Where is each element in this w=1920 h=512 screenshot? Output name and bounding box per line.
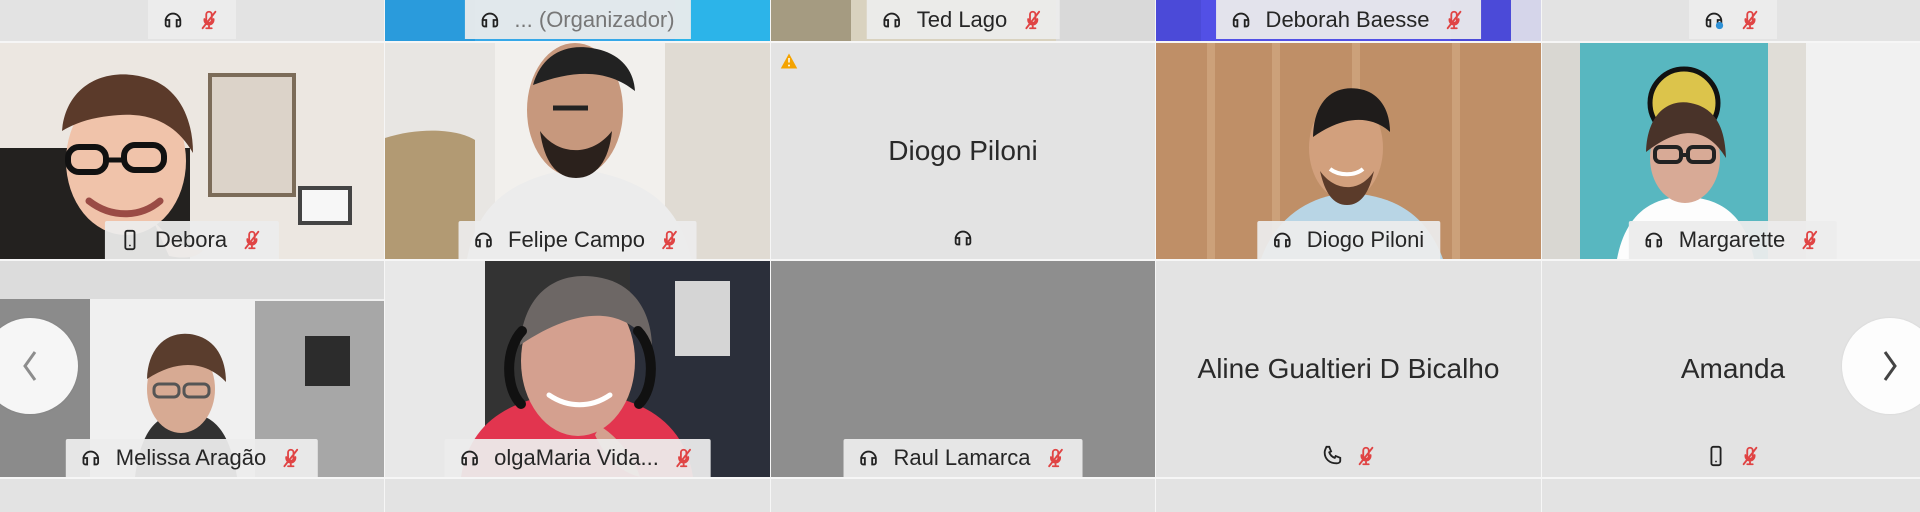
microphone-muted-icon — [1021, 9, 1043, 31]
olga-maria-name-label: olgaMaria Vida... — [444, 439, 711, 477]
headset-icon — [80, 447, 102, 469]
diogo-piloni-name-label: Diogo Piloni — [1256, 221, 1441, 259]
phone-call-icon — [1321, 445, 1343, 467]
participant-tile-felipe-campo[interactable]: Felipe Campo — [385, 43, 770, 259]
ted-lago-label: Ted Lago — [866, 0, 1060, 39]
felipe-campo-name-label: Felipe Campo — [458, 221, 697, 259]
participant-center-name: Aline Gualtieri D Bicalho — [1197, 353, 1500, 384]
microphone-muted-icon — [1739, 445, 1761, 467]
headset-icon — [1271, 229, 1293, 251]
video-conference-stage: ... (Organizador) Ted Lago Deborah Baess… — [0, 0, 1920, 512]
debora-name-label: Debora — [104, 221, 280, 259]
participant-name: ... (Organizador) — [514, 6, 675, 32]
participant-name: Diogo Piloni — [1306, 227, 1425, 252]
bottom-empty-tile-3 — [771, 479, 1155, 512]
microphone-muted-icon — [659, 229, 681, 251]
margarette-name-label: Margarette — [1628, 221, 1838, 259]
headset-icon — [472, 229, 494, 251]
microphone-muted-icon — [241, 229, 263, 251]
headset-icon — [478, 9, 500, 31]
warning-icon — [780, 52, 798, 70]
headset-icon — [1643, 229, 1665, 251]
participant-tile-raul-lamarca[interactable]: Raul Lamarca — [771, 261, 1155, 477]
headset-sync-icon — [1703, 9, 1725, 31]
participant-tile-debora[interactable]: Debora — [0, 43, 384, 259]
microphone-muted-icon — [1355, 445, 1377, 467]
microphone-muted-icon — [198, 9, 220, 31]
chevron-right-icon — [1883, 351, 1897, 381]
participant-grid: ... (Organizador) Ted Lago Deborah Baess… — [0, 0, 1920, 512]
top-participant-tile-3[interactable]: Ted Lago — [771, 0, 1155, 41]
phone-icon — [1705, 445, 1727, 467]
microphone-muted-icon — [1443, 9, 1465, 31]
participant-name: Felipe Campo — [508, 227, 645, 252]
participant-tile-olga-maria[interactable]: olgaMaria Vida... — [385, 261, 770, 477]
microphone-muted-icon — [673, 447, 695, 469]
participant-tile-diogo-piloni-video[interactable]: Diogo Piloni — [1156, 43, 1541, 259]
melissa-aragao-name-label: Melissa Aragão — [65, 439, 319, 477]
bottom-empty-tile-2 — [385, 479, 770, 512]
participant-center-name: Diogo Piloni — [888, 135, 1038, 166]
bottom-empty-tile-1 — [0, 479, 384, 512]
headset-icon — [952, 227, 974, 249]
microphone-muted-icon — [1799, 229, 1821, 251]
top-participant-tile-4[interactable]: Deborah Baesse — [1156, 0, 1541, 41]
microphone-muted-icon — [280, 447, 302, 469]
participant-name: Debora — [154, 227, 228, 252]
participant-name: Deborah Baesse — [1265, 6, 1430, 32]
headset-icon — [162, 9, 184, 31]
participant-status-icons — [1542, 445, 1920, 467]
top-participant-tile-5[interactable] — [1542, 0, 1920, 41]
top-participant-tile-1[interactable] — [0, 0, 384, 41]
phone-icon — [119, 229, 141, 251]
participant-tile-aline-gualtieri[interactable]: Aline Gualtieri D Bicalho — [1156, 261, 1541, 477]
organizer-label: ... (Organizador) — [464, 0, 691, 39]
participant-name: Melissa Aragão — [115, 445, 267, 470]
participant-name: Raul Lamarca — [893, 445, 1031, 470]
participant-tile-diogo-piloni-avatar[interactable]: Diogo Piloni — [771, 43, 1155, 259]
top-participant-label-5 — [1689, 0, 1777, 39]
bottom-empty-tile-5 — [1542, 479, 1920, 512]
headset-icon — [858, 447, 880, 469]
participant-status-icons — [771, 227, 1155, 249]
top-participant-tile-2[interactable]: ... (Organizador) — [385, 0, 770, 41]
participant-name: olgaMaria Vida... — [494, 445, 659, 470]
participant-name: Ted Lago — [916, 6, 1008, 32]
participant-tile-margarette[interactable]: Margarette — [1542, 43, 1920, 259]
headset-icon — [1230, 9, 1252, 31]
bottom-empty-tile-4 — [1156, 479, 1541, 512]
participant-name: Margarette — [1678, 227, 1786, 252]
top-participant-label-1 — [148, 0, 236, 39]
deborah-baesse-label: Deborah Baesse — [1215, 0, 1482, 39]
participant-status-icons — [1156, 445, 1541, 467]
raul-lamarca-name-label: Raul Lamarca — [843, 439, 1083, 477]
chevron-left-icon — [23, 351, 37, 381]
headset-icon — [881, 9, 903, 31]
microphone-muted-icon — [1739, 9, 1761, 31]
headset-icon — [458, 447, 480, 469]
microphone-muted-icon — [1044, 447, 1066, 469]
